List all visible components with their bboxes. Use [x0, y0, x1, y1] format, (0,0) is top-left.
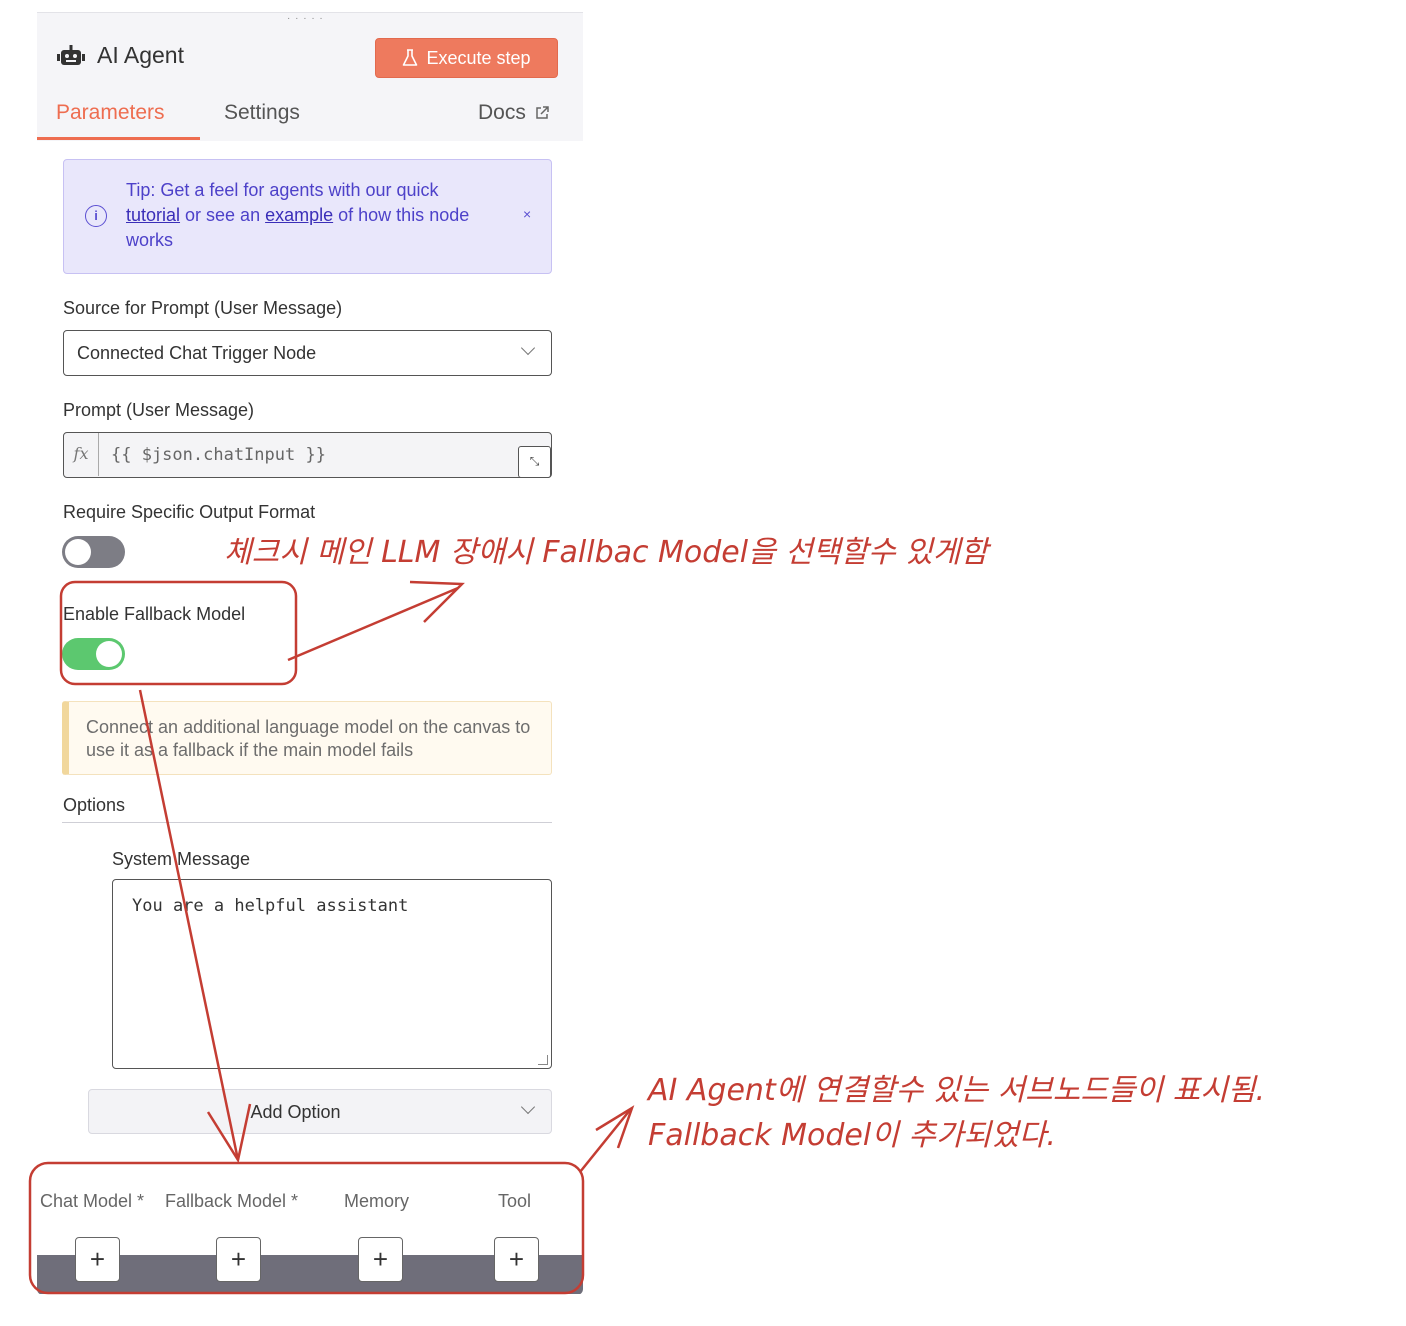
execute-step-button[interactable]: Execute step	[375, 38, 558, 78]
prompt-expression-input[interactable]: fx {{ $json.chatInput }} ⤡	[63, 432, 552, 478]
expand-editor-button[interactable]: ⤡	[518, 446, 551, 478]
toggle-knob	[65, 539, 91, 565]
info-icon: i	[85, 205, 107, 227]
add-option-dropdown[interactable]: Add Option	[88, 1089, 552, 1134]
docs-link[interactable]: Docs	[478, 101, 550, 125]
annotation-bottom-line1: AI Agent에 연결할수 있는 서브노드들이 표시됨.	[648, 1073, 1265, 1108]
prompt-expression-value: {{ $json.chatInput }}	[111, 445, 326, 465]
system-message-textarea[interactable]: You are a helpful assistant	[112, 879, 552, 1069]
tab-parameters[interactable]: Parameters	[56, 101, 165, 125]
source-prompt-select[interactable]: Connected Chat Trigger Node	[63, 330, 552, 376]
fallback-notice: Connect an additional language model on …	[62, 701, 552, 775]
resize-handle[interactable]	[538, 1055, 548, 1065]
add-option-label: Add Option	[250, 1102, 341, 1122]
fx-icon: fx	[64, 433, 99, 476]
tip-text: Tip: Get a feel for agents with our quic…	[126, 178, 481, 253]
toggle-knob	[96, 641, 122, 667]
subnode-label-memory: Memory	[344, 1191, 410, 1211]
options-divider	[62, 822, 552, 823]
tutorial-link[interactable]: tutorial	[126, 205, 180, 225]
prompt-label: Prompt (User Message)	[63, 400, 255, 420]
tab-settings[interactable]: Settings	[224, 101, 300, 125]
output-format-label: Require Specific Output Format	[63, 502, 316, 522]
tip-callout: i Tip: Get a feel for agents with our qu…	[63, 159, 552, 274]
output-format-toggle[interactable]	[62, 536, 125, 568]
chevron-down-icon	[520, 340, 536, 356]
fallback-model-toggle[interactable]	[62, 638, 125, 670]
subnode-label-chat-model: Chat Model *	[40, 1191, 145, 1211]
execute-step-label: Execute step	[426, 47, 531, 68]
add-chat-model-button[interactable]: +	[75, 1237, 120, 1282]
add-memory-button[interactable]: +	[358, 1237, 403, 1282]
external-link-icon	[536, 106, 549, 119]
options-heading: Options	[63, 795, 126, 815]
source-prompt-label: Source for Prompt (User Message)	[63, 298, 343, 318]
fallback-model-label: Enable Fallback Model	[63, 604, 246, 624]
subnode-label-tool: Tool	[498, 1191, 532, 1211]
system-message-label: System Message	[112, 849, 251, 869]
subnode-label-fallback-model: Fallback Model *	[165, 1191, 299, 1211]
system-message-value: You are a helpful assistant	[132, 896, 409, 916]
panel-header: · · · · · AI Agent Execute step Paramete…	[37, 13, 583, 141]
arrowhead	[595, 1105, 635, 1149]
node-title: AI Agent	[97, 42, 184, 68]
drag-handle[interactable]: · · · · ·	[287, 13, 324, 24]
add-tool-button[interactable]: +	[494, 1237, 539, 1282]
robot-icon	[57, 45, 85, 65]
example-link[interactable]: example	[265, 205, 333, 225]
annotation-top: 체크시 메인 LLM 장애시 Fallbac Model을 선택할수 있게함	[224, 535, 988, 570]
fallback-notice-text: Connect an additional language model on …	[86, 717, 531, 760]
docs-label: Docs	[478, 101, 526, 124]
tip-prefix: Tip: Get a feel for agents with our quic…	[126, 180, 439, 200]
annotation-bottom-line2: Fallback Model이 추가되었다.	[648, 1118, 1056, 1153]
active-tab-indicator	[37, 137, 200, 140]
flask-icon	[403, 49, 418, 66]
node-panel: · · · · · AI Agent Execute step Paramete…	[37, 12, 583, 1294]
tip-middle: or see an	[180, 205, 266, 225]
arrow-to-bottom-note	[579, 1109, 631, 1173]
close-icon[interactable]: ×	[523, 206, 531, 222]
subnode-connectors: Chat Model * Fallback Model * Memory Too…	[37, 1183, 583, 1294]
add-fallback-model-button[interactable]: +	[216, 1237, 261, 1282]
source-prompt-value: Connected Chat Trigger Node	[77, 343, 317, 363]
